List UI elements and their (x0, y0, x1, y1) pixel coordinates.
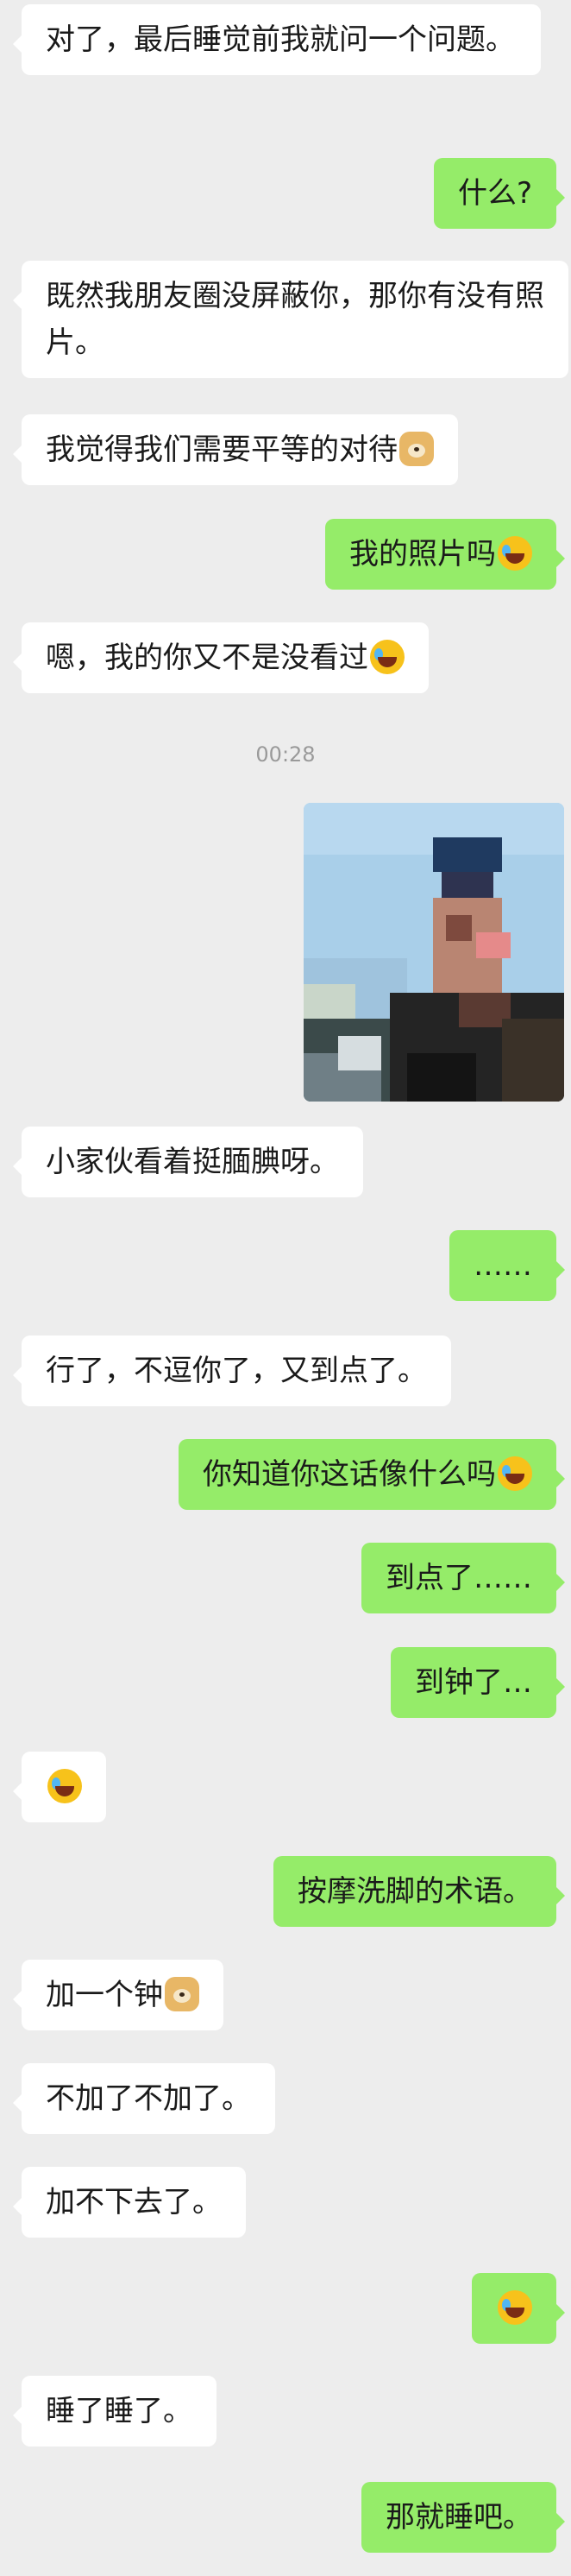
message-bubble-left[interactable]: 对了，最后睡觉前我就问一个问题。 (13, 4, 541, 75)
message-text: 那就睡吧。 (386, 2500, 532, 2535)
message-bubble-right[interactable]: 那就睡吧。 (361, 2482, 565, 2553)
message-text: 加一个钟 (46, 1978, 163, 2012)
doge-icon (165, 1977, 199, 2011)
message-bubble-left[interactable]: 不加了不加了。 (13, 2063, 275, 2134)
message-text: 既然我朋友圈没屏蔽你，那你有没有照片。 (46, 279, 544, 360)
message-bubble-left[interactable]: 我觉得我们需要平等的对待 (13, 414, 458, 485)
message-text: 嗯，我的你又不是没看过 (46, 641, 368, 675)
message-bubble-left[interactable]: 嗯，我的你又不是没看过 (13, 622, 429, 693)
message-text: 小家伙看着挺腼腆呀。 (46, 1145, 339, 1179)
timestamp: 00:28 (255, 742, 316, 767)
message-bubble-left[interactable]: 加不下去了。 (13, 2167, 246, 2238)
laugh-cry-icon (47, 1769, 82, 1803)
laugh-cry-icon (498, 536, 532, 571)
message-bubble-left[interactable]: 加一个钟 (13, 1960, 223, 2030)
message-text: 你知道你这话像什么吗 (203, 1457, 496, 1492)
photo-message[interactable] (304, 803, 564, 1102)
pixelated-portrait-image (304, 803, 564, 1102)
message-bubble-right[interactable]: 到钟了… (391, 1647, 565, 1718)
message-text: 我觉得我们需要平等的对待 (46, 432, 398, 467)
message-bubble-right[interactable]: 我的照片吗 (325, 519, 565, 590)
message-text: 加不下去了。 (46, 2185, 222, 2219)
message-bubble-left[interactable]: 行了，不逗你了，又到点了。 (13, 1335, 451, 1406)
message-bubble-right[interactable]: 到点了…… (361, 1543, 565, 1613)
message-bubble-right[interactable]: …… (449, 1230, 565, 1301)
message-text: 对了，最后睡觉前我就问一个问题。 (46, 22, 515, 57)
message-text: 到点了…… (386, 1561, 532, 1595)
message-text: 睡了睡了。 (46, 2394, 192, 2428)
message-text: 到钟了… (415, 1665, 532, 1700)
message-bubble-left[interactable]: 睡了睡了。 (13, 2376, 216, 2447)
message-text: …… (474, 1248, 532, 1283)
message-text: 不加了不加了。 (46, 2081, 251, 2116)
laugh-cry-icon (370, 640, 405, 674)
message-text: 什么? (457, 176, 532, 211)
message-bubble-right[interactable]: 按摩洗脚的术语。 (273, 1856, 565, 1927)
message-text: 按摩洗脚的术语。 (298, 1874, 532, 1909)
message-bubble-right[interactable]: 什么? (433, 158, 566, 229)
laugh-cry-icon (498, 2290, 532, 2325)
message-text: 我的照片吗 (349, 537, 496, 571)
message-bubble-right[interactable] (472, 2273, 565, 2344)
message-bubble-left[interactable]: 既然我朋友圈没屏蔽你，那你有没有照片。 (13, 261, 568, 378)
message-bubble-right[interactable]: 你知道你这话像什么吗 (179, 1439, 565, 1510)
message-bubble-left[interactable] (13, 1752, 106, 1822)
message-bubble-left[interactable]: 小家伙看着挺腼腆呀。 (13, 1127, 363, 1197)
laugh-cry-icon (498, 1456, 532, 1491)
doge-icon (399, 432, 434, 466)
message-text: 行了，不逗你了，又到点了。 (46, 1354, 427, 1388)
